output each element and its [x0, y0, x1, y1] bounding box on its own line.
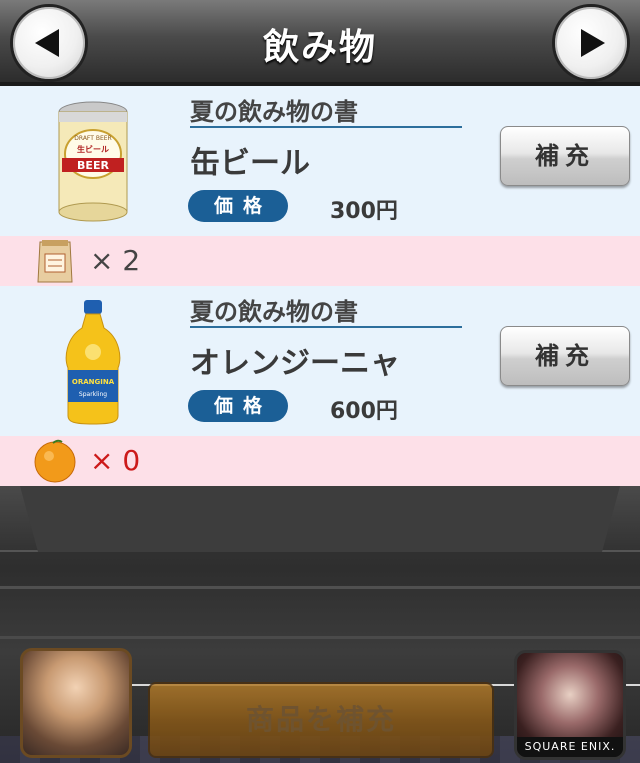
right-triangle-icon — [581, 29, 605, 57]
svg-text:BEER: BEER — [77, 159, 109, 172]
character-portrait-right[interactable]: SQUARE ENIX. — [514, 650, 626, 760]
stock-row-beer: × 2 — [0, 236, 640, 286]
refill-button-orange-soda[interactable]: 補充 — [500, 326, 630, 386]
svg-text:DRAFT BEER: DRAFT BEER — [74, 135, 111, 142]
svg-text:生ビール: 生ビール — [77, 144, 109, 154]
character-portrait-left[interactable] — [20, 648, 132, 758]
stock-count: × 0 — [90, 444, 141, 477]
recipe-book-label: 夏の飲み物の書 — [190, 298, 358, 326]
stock-count: × 2 — [90, 244, 141, 277]
price-value: 300円 — [330, 199, 398, 224]
svg-text:Sparkling: Sparkling — [79, 391, 107, 398]
refill-all-button[interactable]: 商品を補充 — [148, 682, 494, 758]
product-name: オレンジーニャ — [190, 346, 400, 381]
page-title: 飲み物 — [262, 27, 377, 68]
stock-row-orange-soda: × 0 — [0, 436, 640, 486]
recipe-book-label: 夏の飲み物の書 — [190, 98, 358, 126]
header-bar: 飲み物 — [0, 0, 640, 86]
divider — [190, 126, 462, 128]
product-name: 缶ビール — [190, 146, 310, 181]
price-value: 600円 — [330, 399, 398, 424]
svg-text:ORANGINA: ORANGINA — [72, 378, 115, 386]
next-category-button[interactable] — [552, 4, 630, 82]
brand-logo: SQUARE ENIX. — [517, 737, 623, 757]
orange-icon — [30, 438, 80, 484]
product-card-beer: DRAFT BEER 生ビール BEER 夏の飲み物の書 缶ビール 価格 300… — [0, 86, 640, 236]
refill-button-beer[interactable]: 補充 — [500, 126, 630, 186]
grain-sack-icon — [30, 238, 80, 284]
divider — [190, 326, 462, 328]
beer-can-icon: DRAFT BEER 生ビール BEER — [48, 98, 138, 226]
orange-soda-bottle-icon: ORANGINA Sparkling — [48, 298, 138, 426]
product-card-orange-soda: ORANGINA Sparkling 夏の飲み物の書 オレンジーニャ 価格 60… — [0, 286, 640, 436]
price-badge: 価格 — [188, 390, 288, 422]
price-badge: 価格 — [188, 190, 288, 222]
